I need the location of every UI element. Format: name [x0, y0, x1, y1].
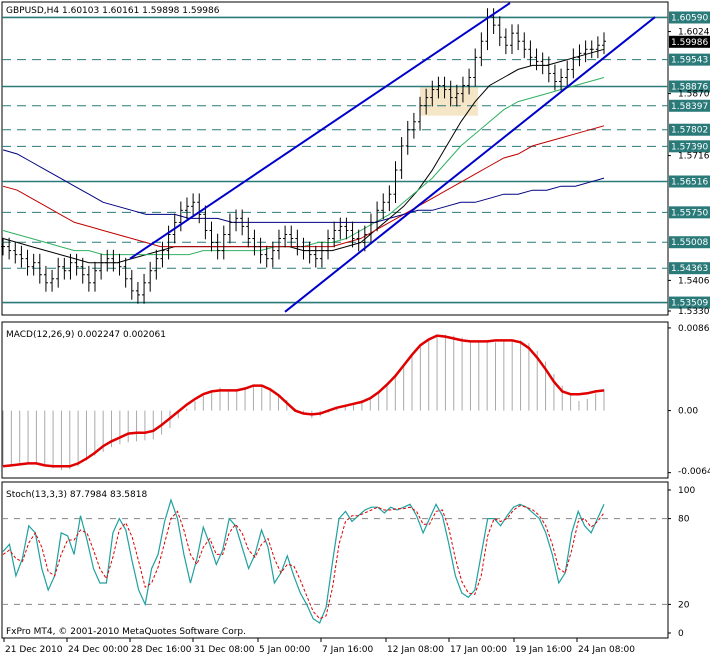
- level-label: 1.60590: [671, 13, 708, 23]
- y-tick-label: 80: [678, 515, 690, 525]
- y-tick-label: 1.53300: [678, 307, 710, 317]
- current-price-label: 1.59986: [671, 38, 708, 48]
- x-tick-label: 19 Jan 16:00: [515, 645, 572, 655]
- level-label: 1.58397: [671, 102, 708, 112]
- y-tick-label: 1.60240: [678, 28, 710, 38]
- level-label: 1.56516: [671, 178, 708, 188]
- y-tick-label: 1.58700: [678, 90, 710, 100]
- x-tick-label: 24 Jan 08:00: [578, 645, 635, 655]
- level-label: 1.54363: [671, 264, 708, 274]
- level-label: 1.55008: [671, 238, 708, 248]
- x-tick-label: 24 Dec 00:00: [68, 645, 129, 655]
- y-tick-label: 0.00860: [678, 324, 710, 334]
- x-tick-label: 28 Dec 16:00: [131, 645, 192, 655]
- macd-panel-frame: [1, 321, 669, 479]
- stoch-panel-frame: [1, 481, 669, 639]
- stoch-chart-title: Stoch(13,3,3) 87.7984 83.5818: [6, 490, 147, 500]
- x-tick-label: 5 Jan 00:00: [259, 645, 311, 655]
- x-tick-label: 12 Jan 08:00: [387, 645, 444, 655]
- y-tick-label: -0.00646: [678, 467, 710, 477]
- y-tick-label: 100: [678, 486, 695, 496]
- macd-chart-title: MACD(12,26,9) 0.002247 0.002061: [6, 330, 166, 340]
- x-tick-label: 17 Jan 00:00: [450, 645, 507, 655]
- y-tick-label: 20: [678, 600, 690, 610]
- copyright-text: FxPro MT4, © 2001-2010 MetaQuotes Softwa…: [6, 627, 246, 637]
- y-tick-label: 0: [678, 629, 684, 639]
- time-axis: 21 Dec 2010 24 Dec 00:00 28 Dec 16:00 31 De…: [3, 638, 635, 655]
- chart-svg: 1.605901.595431.588761.583971.578021.573…: [1, 1, 710, 655]
- level-label: 1.55750: [671, 208, 708, 218]
- y-tick-label: 1.57160: [678, 152, 710, 162]
- x-tick-label: 7 Jan 16:00: [322, 645, 374, 655]
- x-tick-label: 21 Dec 2010: [5, 645, 63, 655]
- level-label: 1.57802: [671, 126, 708, 136]
- y-tick-label: 0.00: [678, 407, 698, 417]
- price-chart-title: GBPUSD,H4 1.60103 1.60161 1.59898 1.5998…: [6, 6, 220, 16]
- level-label: 1.59543: [671, 56, 708, 66]
- x-tick-label: 31 Dec 08:00: [194, 645, 255, 655]
- y-tick-label: 1.54060: [678, 276, 710, 286]
